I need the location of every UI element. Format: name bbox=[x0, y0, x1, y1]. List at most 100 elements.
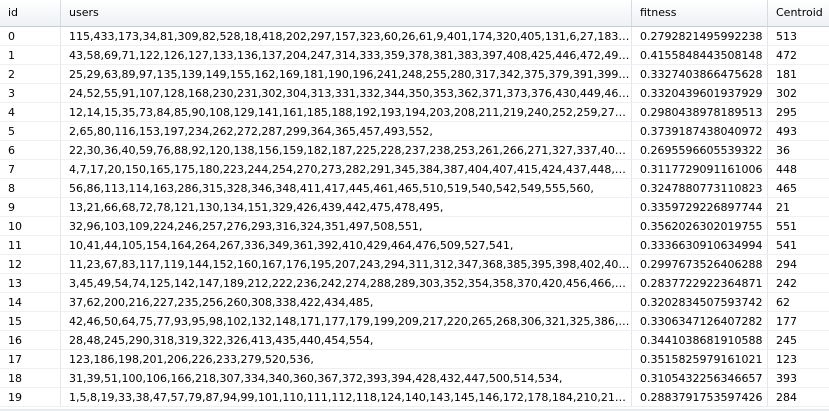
cell-centroid[interactable]: 181 bbox=[768, 65, 829, 84]
table-row[interactable]: 10 32,96,103,109,224,246,257,276,293,316,… bbox=[0, 217, 829, 236]
cell-id[interactable]: 17 bbox=[0, 350, 61, 369]
cell-fitness[interactable]: 0.3247880773110823 bbox=[632, 179, 768, 198]
cell-id[interactable]: 18 bbox=[0, 369, 61, 388]
table-row[interactable]: 13 3,45,49,54,74,125,142,147,189,212,222,… bbox=[0, 274, 829, 293]
cell-users[interactable]: 115,433,173,34,81,309,82,528,18,418,202,… bbox=[61, 27, 632, 46]
cell-centroid[interactable]: 551 bbox=[768, 217, 829, 236]
cell-id[interactable]: 1 bbox=[0, 46, 61, 65]
cell-users[interactable]: 1,5,8,19,33,38,47,57,79,87,94,99,101,110… bbox=[61, 388, 632, 407]
cell-id[interactable]: 5 bbox=[0, 122, 61, 141]
cell-users[interactable]: 31,39,51,100,106,166,218,307,334,340,360… bbox=[61, 369, 632, 388]
cell-id[interactable]: 15 bbox=[0, 312, 61, 331]
table-row[interactable]: 12 11,23,67,83,117,119,144,152,160,167,17… bbox=[0, 255, 829, 274]
cell-users[interactable]: 10,41,44,105,154,164,264,267,336,349,361… bbox=[61, 236, 632, 255]
cell-centroid[interactable]: 245 bbox=[768, 331, 829, 350]
table-row[interactable]: 4 12,14,15,35,73,84,85,90,108,129,141,161… bbox=[0, 103, 829, 122]
cell-users[interactable]: 12,14,15,35,73,84,85,90,108,129,141,161,… bbox=[61, 103, 632, 122]
cell-id[interactable]: 10 bbox=[0, 217, 61, 236]
cell-centroid[interactable]: 123 bbox=[768, 350, 829, 369]
cell-fitness[interactable]: 0.3515825979161021 bbox=[632, 350, 768, 369]
cell-centroid[interactable]: 465 bbox=[768, 179, 829, 198]
cell-centroid[interactable]: 294 bbox=[768, 255, 829, 274]
cell-id[interactable]: 19 bbox=[0, 388, 61, 407]
cell-fitness[interactable]: 0.4155848443508148 bbox=[632, 46, 768, 65]
cell-id[interactable]: 3 bbox=[0, 84, 61, 103]
table-row[interactable]: 2 25,29,63,89,97,135,139,149,155,162,169,… bbox=[0, 65, 829, 84]
cell-id[interactable]: 6 bbox=[0, 141, 61, 160]
table-row[interactable]: 6 22,30,36,40,59,76,88,92,120,138,156,159… bbox=[0, 141, 829, 160]
cell-fitness[interactable]: 0.2837722922364871 bbox=[632, 274, 768, 293]
cell-fitness[interactable]: 0.3105432256346657 bbox=[632, 369, 768, 388]
table-row[interactable]: 18 31,39,51,100,106,166,218,307,334,340,3… bbox=[0, 369, 829, 388]
cell-users[interactable]: 3,45,49,54,74,125,142,147,189,212,222,23… bbox=[61, 274, 632, 293]
table-row[interactable]: 7 4,7,17,20,150,165,175,180,223,244,254,2… bbox=[0, 160, 829, 179]
cell-users[interactable]: 32,96,103,109,224,246,257,276,293,316,32… bbox=[61, 217, 632, 236]
column-header-centroid[interactable]: Centroid bbox=[768, 0, 829, 26]
cell-users[interactable]: 25,29,63,89,97,135,139,149,155,162,169,1… bbox=[61, 65, 632, 84]
table-row[interactable]: 11 10,41,44,105,154,164,264,267,336,349,3… bbox=[0, 236, 829, 255]
cell-fitness[interactable]: 0.3739187438040972 bbox=[632, 122, 768, 141]
table-row[interactable]: 1 43,58,69,71,122,126,127,133,136,137,204… bbox=[0, 46, 829, 65]
cell-users[interactable]: 37,62,200,216,227,235,256,260,308,338,42… bbox=[61, 293, 632, 312]
cell-id[interactable]: 0 bbox=[0, 27, 61, 46]
cell-users[interactable]: 42,46,50,64,75,77,93,95,98,102,132,148,1… bbox=[61, 312, 632, 331]
cell-centroid[interactable]: 302 bbox=[768, 84, 829, 103]
cell-users[interactable]: 2,65,80,116,153,197,234,262,272,287,299,… bbox=[61, 122, 632, 141]
table-row[interactable]: 19 1,5,8,19,33,38,47,57,79,87,94,99,101,1… bbox=[0, 388, 829, 407]
table-row[interactable]: 16 28,48,245,290,318,319,322,326,413,435,… bbox=[0, 331, 829, 350]
column-header-fitness[interactable]: fitness bbox=[632, 0, 768, 26]
cell-centroid[interactable]: 36 bbox=[768, 141, 829, 160]
table-row[interactable]: 17 123,186,198,201,206,226,233,279,520,53… bbox=[0, 350, 829, 369]
column-header-users[interactable]: users bbox=[61, 0, 632, 26]
cell-users[interactable]: 43,58,69,71,122,126,127,133,136,137,204,… bbox=[61, 46, 632, 65]
cell-users[interactable]: 13,21,66,68,72,78,121,130,134,151,329,42… bbox=[61, 198, 632, 217]
cell-users[interactable]: 56,86,113,114,163,286,315,328,346,348,41… bbox=[61, 179, 632, 198]
table-row[interactable]: 9 13,21,66,68,72,78,121,130,134,151,329,4… bbox=[0, 198, 829, 217]
cell-centroid[interactable]: 21 bbox=[768, 198, 829, 217]
cell-centroid[interactable]: 493 bbox=[768, 122, 829, 141]
cell-fitness[interactable]: 0.3320439601937929 bbox=[632, 84, 768, 103]
table-row[interactable]: 5 2,65,80,116,153,197,234,262,272,287,299… bbox=[0, 122, 829, 141]
cell-fitness[interactable]: 0.3117729091161006 bbox=[632, 160, 768, 179]
cell-users[interactable]: 22,30,36,40,59,76,88,92,120,138,156,159,… bbox=[61, 141, 632, 160]
cell-centroid[interactable]: 284 bbox=[768, 388, 829, 407]
cell-fitness[interactable]: 0.2792821495992238 bbox=[632, 27, 768, 46]
cell-id[interactable]: 12 bbox=[0, 255, 61, 274]
cell-id[interactable]: 9 bbox=[0, 198, 61, 217]
cell-centroid[interactable]: 295 bbox=[768, 103, 829, 122]
cell-centroid[interactable]: 513 bbox=[768, 27, 829, 46]
cell-centroid[interactable]: 242 bbox=[768, 274, 829, 293]
cell-fitness[interactable]: 0.3562026302019755 bbox=[632, 217, 768, 236]
cell-centroid[interactable]: 448 bbox=[768, 160, 829, 179]
cell-fitness[interactable]: 0.2883791753597426 bbox=[632, 388, 768, 407]
cell-fitness[interactable]: 0.2695596605539322 bbox=[632, 141, 768, 160]
cell-id[interactable]: 11 bbox=[0, 236, 61, 255]
table-row[interactable]: 14 37,62,200,216,227,235,256,260,308,338,… bbox=[0, 293, 829, 312]
cell-id[interactable]: 4 bbox=[0, 103, 61, 122]
cell-id[interactable]: 13 bbox=[0, 274, 61, 293]
column-header-id[interactable]: id bbox=[0, 0, 61, 26]
cell-id[interactable]: 14 bbox=[0, 293, 61, 312]
cell-users[interactable]: 28,48,245,290,318,319,322,326,413,435,44… bbox=[61, 331, 632, 350]
cell-centroid[interactable]: 177 bbox=[768, 312, 829, 331]
cell-id[interactable]: 16 bbox=[0, 331, 61, 350]
cell-fitness[interactable]: 0.3202834507593742 bbox=[632, 293, 768, 312]
cell-id[interactable]: 2 bbox=[0, 65, 61, 84]
cell-fitness[interactable]: 0.3327403866475628 bbox=[632, 65, 768, 84]
cell-centroid[interactable]: 393 bbox=[768, 369, 829, 388]
cell-fitness[interactable]: 0.3359729226897744 bbox=[632, 198, 768, 217]
cell-users[interactable]: 4,7,17,20,150,165,175,180,223,244,254,27… bbox=[61, 160, 632, 179]
cell-fitness[interactable]: 0.3336630910634994 bbox=[632, 236, 768, 255]
cell-id[interactable]: 8 bbox=[0, 179, 61, 198]
cell-centroid[interactable]: 541 bbox=[768, 236, 829, 255]
cell-centroid[interactable]: 472 bbox=[768, 46, 829, 65]
table-row[interactable]: 3 24,52,55,91,107,128,168,230,231,302,304… bbox=[0, 84, 829, 103]
cell-users[interactable]: 123,186,198,201,206,226,233,279,520,536, bbox=[61, 350, 632, 369]
cell-fitness[interactable]: 0.2997673526406288 bbox=[632, 255, 768, 274]
cell-centroid[interactable]: 62 bbox=[768, 293, 829, 312]
table-row[interactable]: 0 115,433,173,34,81,309,82,528,18,418,202… bbox=[0, 27, 829, 46]
cell-id[interactable]: 7 bbox=[0, 160, 61, 179]
cell-users[interactable]: 24,52,55,91,107,128,168,230,231,302,304,… bbox=[61, 84, 632, 103]
cell-fitness[interactable]: 0.3306347126407282 bbox=[632, 312, 768, 331]
cell-users[interactable]: 11,23,67,83,117,119,144,152,160,167,176,… bbox=[61, 255, 632, 274]
